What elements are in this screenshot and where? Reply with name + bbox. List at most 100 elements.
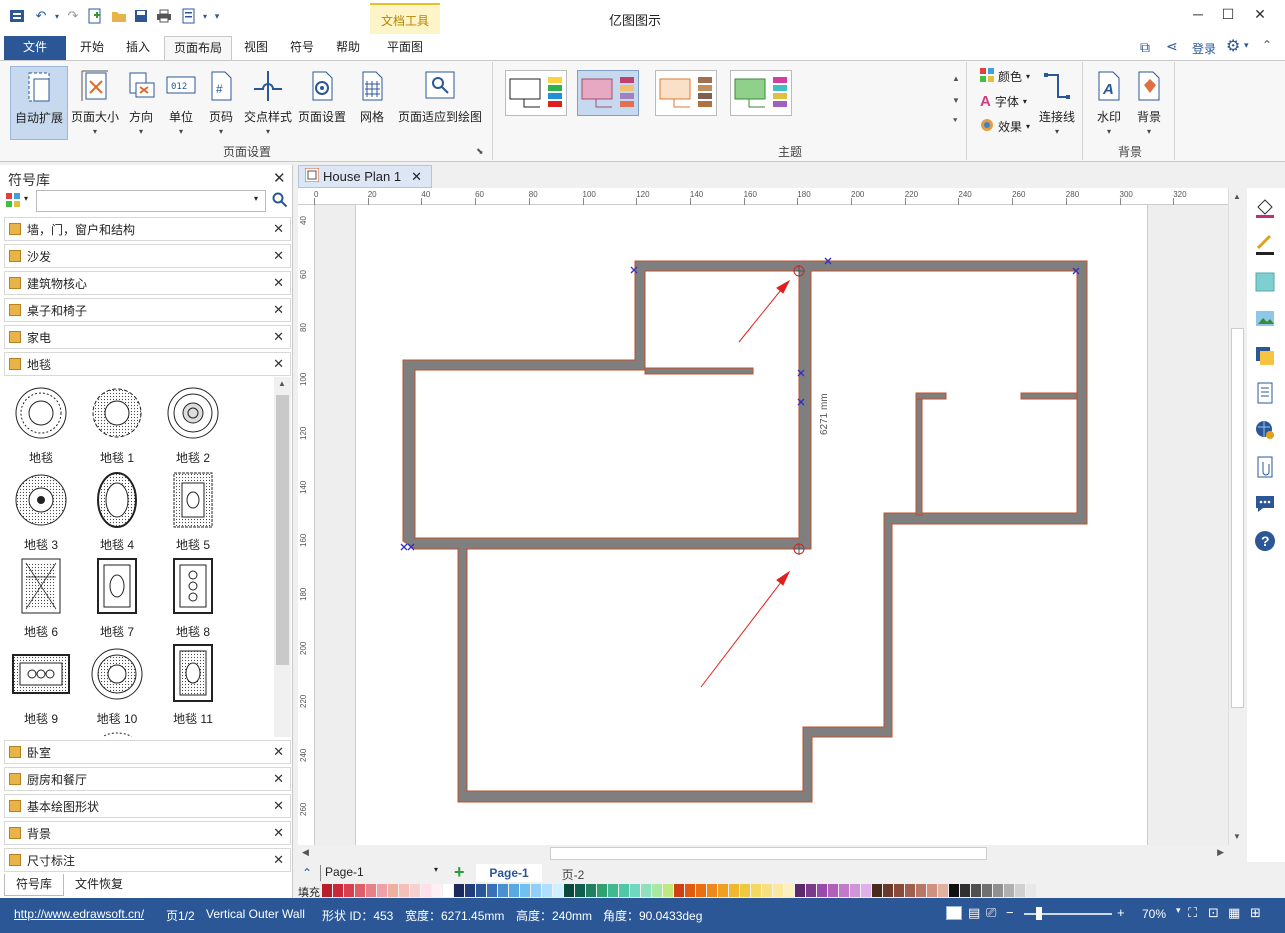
color-swatch[interactable]: [817, 884, 827, 897]
color-swatch[interactable]: [344, 884, 354, 897]
fit-width-icon[interactable]: ⊡: [1208, 905, 1219, 921]
tab-home[interactable]: 开始: [72, 36, 112, 60]
color-swatch[interactable]: [388, 884, 398, 897]
color-swatch[interactable]: [333, 884, 343, 897]
attachment-icon[interactable]: [1254, 456, 1278, 480]
color-swatch[interactable]: [421, 884, 431, 897]
page-setup-dialog-launcher-icon[interactable]: ⬊: [476, 146, 484, 157]
close-category-icon[interactable]: ✕: [273, 852, 284, 868]
full-screen-icon[interactable]: ▦: [1228, 905, 1240, 921]
grid-button[interactable]: 网格: [350, 66, 394, 140]
color-swatch[interactable]: [685, 884, 695, 897]
search-dropdown-icon[interactable]: ▾: [254, 194, 258, 203]
library-category[interactable]: 建筑物核心 ✕: [4, 271, 291, 295]
color-swatch[interactable]: [729, 884, 739, 897]
color-swatch[interactable]: [509, 884, 519, 897]
color-swatch[interactable]: [894, 884, 904, 897]
color-swatch[interactable]: [762, 884, 772, 897]
fit-page-to-drawing-button[interactable]: 页面适应到绘图: [396, 66, 484, 140]
tab-symbol-library[interactable]: 符号库: [4, 874, 64, 896]
floor-plan[interactable]: 6271 mm: [315, 205, 1228, 845]
close-category-icon[interactable]: ✕: [273, 329, 284, 345]
color-swatch[interactable]: [916, 884, 926, 897]
theme-option-3[interactable]: [655, 70, 717, 116]
color-swatch[interactable]: [465, 884, 475, 897]
color-swatch[interactable]: [982, 884, 992, 897]
color-swatch[interactable]: [410, 884, 420, 897]
close-category-icon[interactable]: ✕: [273, 356, 284, 372]
print-icon[interactable]: [155, 7, 173, 25]
minimize-button[interactable]: ─: [1183, 6, 1213, 26]
color-swatch[interactable]: [938, 884, 948, 897]
document-tab[interactable]: House Plan 1 ✕: [298, 165, 432, 188]
page-view-icon[interactable]: ▤: [968, 905, 980, 921]
fit-page-icon[interactable]: ⛶: [1188, 905, 1197, 921]
tab-file[interactable]: 文件: [4, 36, 66, 60]
color-swatch[interactable]: [443, 884, 453, 897]
library-category[interactable]: 厨房和餐厅 ✕: [4, 767, 291, 791]
color-swatch[interactable]: [432, 884, 442, 897]
page-list-icon[interactable]: [1254, 382, 1278, 406]
zoom-slider-thumb[interactable]: [1036, 907, 1042, 920]
theme-effects-button[interactable]: 效果 ▾: [980, 118, 1030, 135]
color-swatch[interactable]: [927, 884, 937, 897]
normal-view-icon[interactable]: [946, 906, 962, 920]
color-swatch[interactable]: [993, 884, 1003, 897]
color-swatch[interactable]: [531, 884, 541, 897]
page-size-button[interactable]: 页面大小 ▾: [70, 66, 120, 140]
close-category-icon[interactable]: ✕: [273, 302, 284, 318]
color-swatch[interactable]: [498, 884, 508, 897]
fill-icon[interactable]: [1254, 197, 1278, 221]
units-button[interactable]: 012 单位 ▾: [162, 66, 200, 140]
library-menu-icon[interactable]: [6, 193, 22, 210]
page-selector[interactable]: Page-1 ▾: [320, 865, 440, 881]
color-swatch[interactable]: [597, 884, 607, 897]
collapse-ribbon-icon[interactable]: ⌃: [1262, 38, 1272, 52]
symbol-grid-scrollbar[interactable]: ▲: [274, 377, 291, 737]
color-swatch[interactable]: [971, 884, 981, 897]
color-swatch[interactable]: [663, 884, 673, 897]
color-swatch[interactable]: [905, 884, 915, 897]
app-menu-icon[interactable]: [8, 7, 26, 25]
tab-help[interactable]: 帮助: [328, 36, 368, 60]
color-swatch[interactable]: [949, 884, 959, 897]
layers-icon[interactable]: [1254, 345, 1278, 369]
color-swatch[interactable]: [586, 884, 596, 897]
color-swatch[interactable]: [806, 884, 816, 897]
website-link[interactable]: http://www.edrawsoft.cn/: [14, 907, 144, 921]
library-category[interactable]: 卧室 ✕: [4, 740, 291, 764]
color-swatch[interactable]: [674, 884, 684, 897]
color-swatch[interactable]: [377, 884, 387, 897]
settings-gear-icon[interactable]: ⚙: [1226, 36, 1240, 56]
tab-view[interactable]: 视图: [236, 36, 276, 60]
color-swatch[interactable]: [850, 884, 860, 897]
zoom-out-button[interactable]: −: [1006, 905, 1014, 920]
restore-ribbon-icon[interactable]: ⧉: [1140, 39, 1150, 56]
library-category[interactable]: 地毯 ✕: [4, 352, 291, 376]
color-swatch[interactable]: [784, 884, 794, 897]
color-swatch[interactable]: [740, 884, 750, 897]
zoom-dropdown-icon[interactable]: ▾: [1176, 905, 1181, 916]
page-nav-up-icon[interactable]: ⌃: [302, 866, 312, 880]
tab-file-recovery[interactable]: 文件恢复: [66, 874, 132, 896]
color-swatch[interactable]: [553, 884, 563, 897]
close-category-icon[interactable]: ✕: [273, 275, 284, 291]
color-swatch[interactable]: [366, 884, 376, 897]
library-search-input[interactable]: [36, 190, 266, 212]
color-swatch[interactable]: [322, 884, 332, 897]
library-category[interactable]: 沙发 ✕: [4, 244, 291, 268]
color-swatch[interactable]: [641, 884, 651, 897]
color-swatch[interactable]: [696, 884, 706, 897]
color-swatch[interactable]: [872, 884, 882, 897]
tab-insert[interactable]: 插入: [118, 36, 158, 60]
hyperlink-globe-icon[interactable]: [1254, 419, 1278, 443]
theme-scroll-down-icon[interactable]: ▼: [952, 96, 960, 105]
color-swatch[interactable]: [487, 884, 497, 897]
color-swatch[interactable]: [520, 884, 530, 897]
close-category-icon[interactable]: ✕: [273, 744, 284, 760]
vertical-scrollbar[interactable]: ▲ ▼: [1228, 188, 1245, 845]
watermark-button[interactable]: A 水印 ▾: [1090, 66, 1128, 140]
page-setup-button[interactable]: 页面设置: [296, 66, 348, 140]
color-swatch[interactable]: [399, 884, 409, 897]
page-number-button[interactable]: # 页码 ▾: [202, 66, 240, 140]
